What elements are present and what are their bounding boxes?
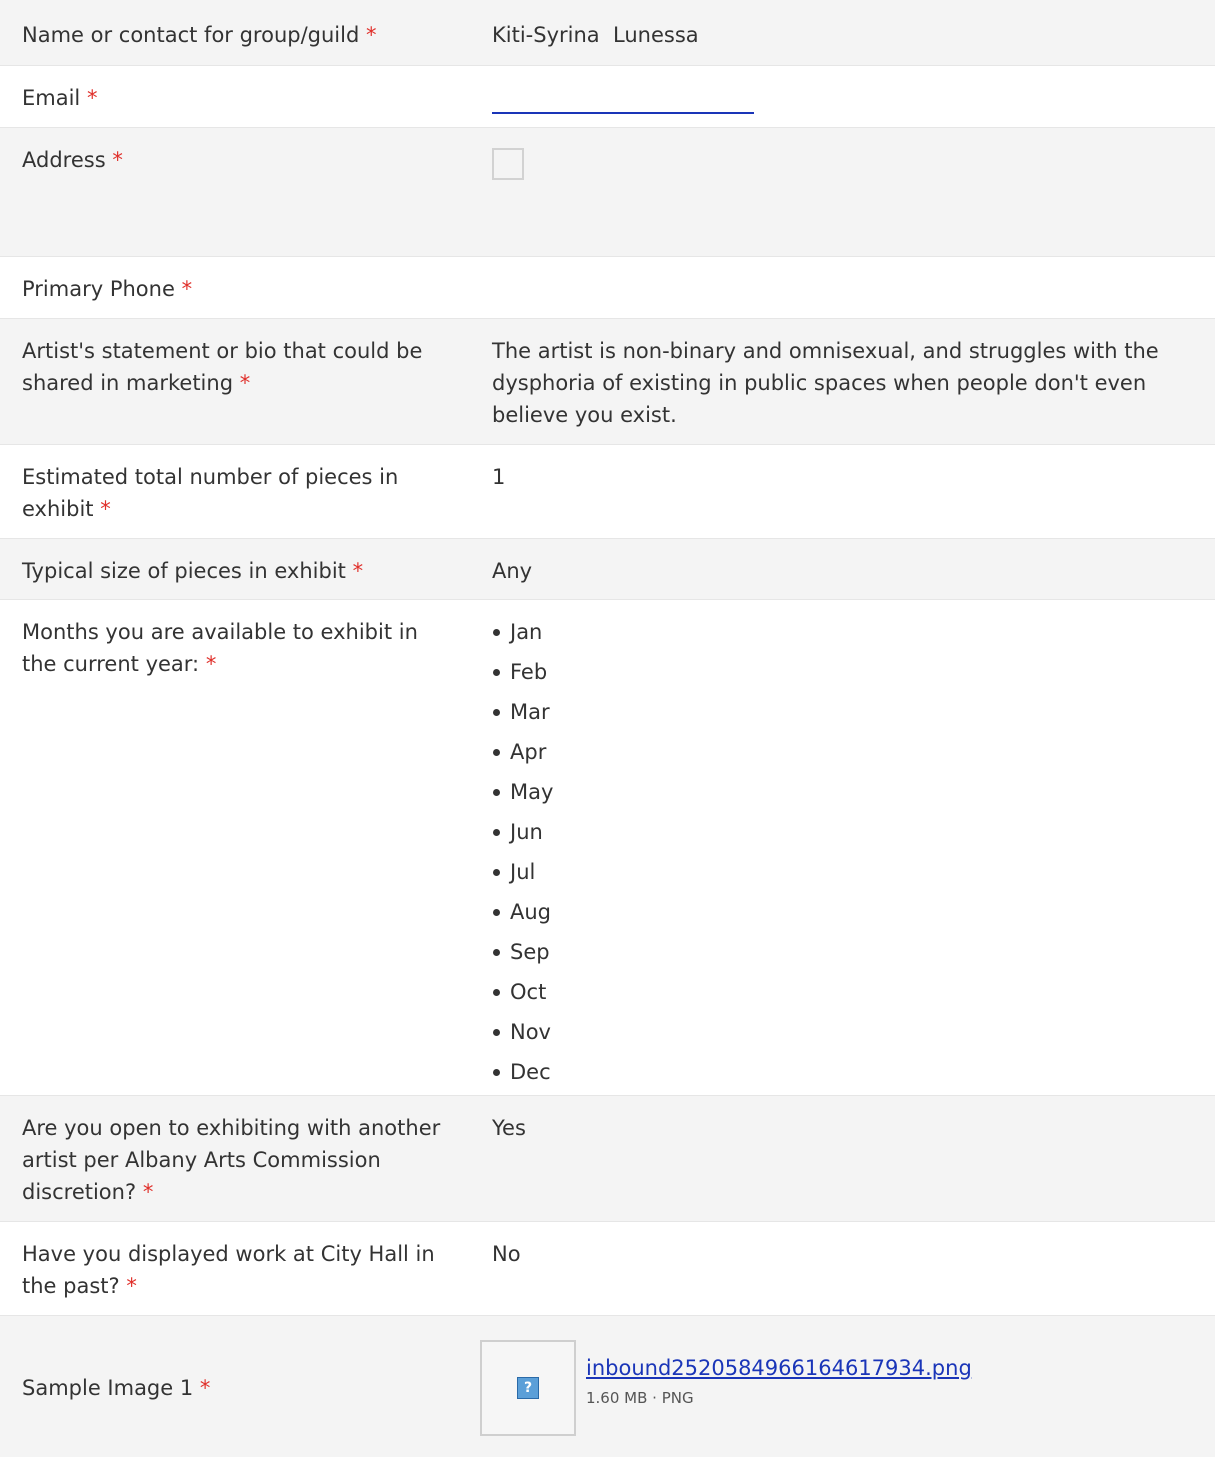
field-label-months: Months you are available to exhibit in t…	[22, 620, 418, 676]
month-item: Jun	[492, 812, 1205, 852]
month-item: Apr	[492, 732, 1205, 772]
missing-image-icon: ?	[517, 1376, 539, 1399]
bullet-icon	[493, 708, 500, 716]
field-label-sample-image: Sample Image 1 *	[0, 1338, 470, 1437]
bullet-icon	[493, 828, 500, 836]
required-marker: *	[126, 1274, 137, 1298]
bullet-icon	[493, 668, 500, 676]
email-link[interactable]	[492, 82, 754, 114]
field-label-bio: Artist's statement or bio that could be …	[22, 339, 423, 395]
file-thumbnail[interactable]: ?	[480, 1339, 576, 1436]
field-label-past: Have you displayed work at City Hall in …	[22, 1242, 435, 1298]
field-label-phone: Primary Phone *	[22, 277, 193, 301]
month-item: Feb	[492, 652, 1205, 692]
field-row-name: Name or contact for group/guild * Kiti-S…	[0, 0, 1215, 65]
months-list: Jan Feb Mar Apr May Jun Jul Aug Sep Oct …	[492, 612, 1205, 1092]
field-label-size: Typical size of pieces in exhibit *	[22, 559, 364, 583]
field-label-name: Name or contact for group/guild *	[22, 23, 377, 47]
field-value-past: No	[492, 1242, 521, 1266]
field-row-pieces: Estimated total number of pieces in exhi…	[0, 444, 1215, 538]
required-marker: *	[352, 559, 364, 583]
required-marker: *	[199, 1375, 211, 1400]
field-label-pieces: Estimated total number of pieces in exhi…	[22, 465, 399, 521]
field-row-months: Months you are available to exhibit in t…	[0, 599, 1215, 1095]
required-marker: *	[86, 86, 98, 110]
field-label-address: Address *	[22, 148, 123, 172]
month-item: Mar	[492, 692, 1205, 732]
field-value-pieces: 1	[492, 465, 506, 489]
month-item: Sep	[492, 932, 1205, 972]
address-checkbox[interactable]	[492, 148, 524, 180]
field-row-phone: Primary Phone *	[0, 256, 1215, 318]
month-item: Nov	[492, 1012, 1205, 1052]
field-label-shared: Are you open to exhibiting with another …	[22, 1116, 441, 1204]
bullet-icon	[493, 988, 500, 996]
bullet-icon	[493, 948, 500, 956]
month-item: Jul	[492, 852, 1205, 892]
required-marker: *	[239, 371, 251, 395]
required-marker: *	[142, 1180, 154, 1204]
field-row-size: Typical size of pieces in exhibit * Any	[0, 538, 1215, 599]
field-row-bio: Artist's statement or bio that could be …	[0, 318, 1215, 444]
bullet-icon	[493, 1028, 500, 1036]
field-value-size: Any	[492, 559, 533, 583]
required-marker: *	[366, 23, 377, 47]
field-row-address: Address *	[0, 127, 1215, 256]
required-marker: *	[100, 497, 111, 521]
required-marker: *	[205, 652, 217, 676]
month-item: Oct	[492, 972, 1205, 1012]
field-row-past: Have you displayed work at City Hall in …	[0, 1221, 1215, 1315]
form-entry: Name or contact for group/guild * Kiti-S…	[0, 0, 1215, 1457]
file-info: inbound2520584966164617934.png 1.60 MB ·…	[586, 1352, 972, 1410]
file-download-link[interactable]: inbound2520584966164617934.png	[586, 1356, 972, 1380]
month-item: Aug	[492, 892, 1205, 932]
month-item: Dec	[492, 1052, 1205, 1092]
bullet-icon	[493, 748, 500, 756]
bullet-icon	[493, 788, 500, 796]
month-item: Jan	[492, 612, 1205, 652]
field-value-phone	[470, 273, 1215, 300]
field-label-email: Email *	[22, 86, 98, 110]
bullet-icon	[493, 868, 500, 876]
field-value-name: Kiti-Syrina Lunessa	[492, 23, 699, 47]
bullet-icon	[493, 1068, 500, 1076]
field-row-sample-image: Sample Image 1 * ? inbound25205849661646…	[0, 1315, 1215, 1457]
file-meta: 1.60 MB · PNG	[586, 1388, 694, 1407]
field-value-shared: Yes	[492, 1116, 526, 1140]
bullet-icon	[493, 908, 500, 916]
month-item: May	[492, 772, 1205, 812]
required-marker: *	[181, 277, 193, 301]
required-marker: *	[112, 148, 123, 172]
field-row-shared: Are you open to exhibiting with another …	[0, 1095, 1215, 1221]
field-row-email: Email *	[0, 65, 1215, 127]
field-value-bio: The artist is non-binary and omnisexual,…	[492, 339, 1159, 427]
bullet-icon	[493, 628, 500, 636]
